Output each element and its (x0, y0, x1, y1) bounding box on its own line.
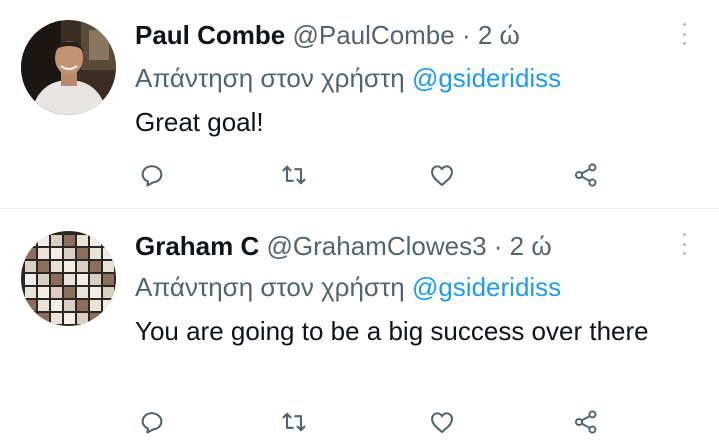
tweet-text: Great goal! (135, 107, 264, 137)
retweet-icon (282, 412, 306, 432)
avatar[interactable] (21, 20, 116, 115)
profile-photo-man-icon (21, 20, 116, 115)
tweet-text: You are going to be a big success over t… (135, 316, 649, 346)
tweet-header: Paul Combe @PaulCombe · 2 ώ (135, 18, 520, 52)
author-handle[interactable]: @PaulCombe (292, 20, 454, 50)
share-button[interactable] (569, 405, 603, 439)
author-name[interactable]: Paul Combe (135, 20, 285, 50)
author-name[interactable]: Graham C (135, 231, 259, 261)
retweet-icon (282, 165, 306, 185)
reply-mention[interactable]: @gsideridiss (412, 272, 561, 302)
like-icon (431, 165, 453, 186)
timestamp[interactable]: 2 ώ (510, 231, 552, 261)
tweet-actions (135, 158, 615, 192)
like-icon (431, 412, 453, 433)
reply-button[interactable] (135, 158, 169, 192)
share-icon (574, 163, 597, 187)
reply-prefix: Απάντηση στον χρήστη (135, 63, 405, 93)
retweet-button[interactable] (277, 158, 311, 192)
share-icon (574, 410, 597, 434)
timestamp[interactable]: 2 ώ (478, 20, 520, 50)
avatar[interactable] (21, 231, 116, 326)
separator: · (461, 20, 471, 50)
tweet-header: Graham C @GrahamClowes3 · 2 ώ (135, 229, 552, 263)
reply-prefix: Απάντηση στον χρήστη (135, 272, 405, 302)
reply-icon (141, 165, 163, 187)
author-handle[interactable]: @GrahamClowes3 (267, 231, 487, 261)
retweet-button[interactable] (277, 405, 311, 439)
tweet-actions (135, 405, 615, 439)
reply-context: Απάντηση στον χρήστη @gsideridiss (135, 61, 561, 95)
profile-photo-mosaic-icon (21, 231, 116, 326)
like-button[interactable] (425, 158, 459, 192)
like-button[interactable] (425, 405, 459, 439)
more-options-icon[interactable] (679, 233, 689, 255)
reply-mention[interactable]: @gsideridiss (412, 63, 561, 93)
tweet[interactable]: Paul Combe @PaulCombe · 2 ώ Απάντηση στο… (0, 0, 719, 209)
reply-icon (141, 412, 163, 434)
tweet[interactable]: Graham C @GrahamClowes3 · 2 ώ Απάντηση σ… (0, 209, 719, 448)
share-button[interactable] (569, 158, 603, 192)
more-options-icon[interactable] (679, 23, 689, 45)
separator: · (493, 231, 503, 261)
reply-button[interactable] (135, 405, 169, 439)
reply-context: Απάντηση στον χρήστη @gsideridiss (135, 270, 561, 304)
